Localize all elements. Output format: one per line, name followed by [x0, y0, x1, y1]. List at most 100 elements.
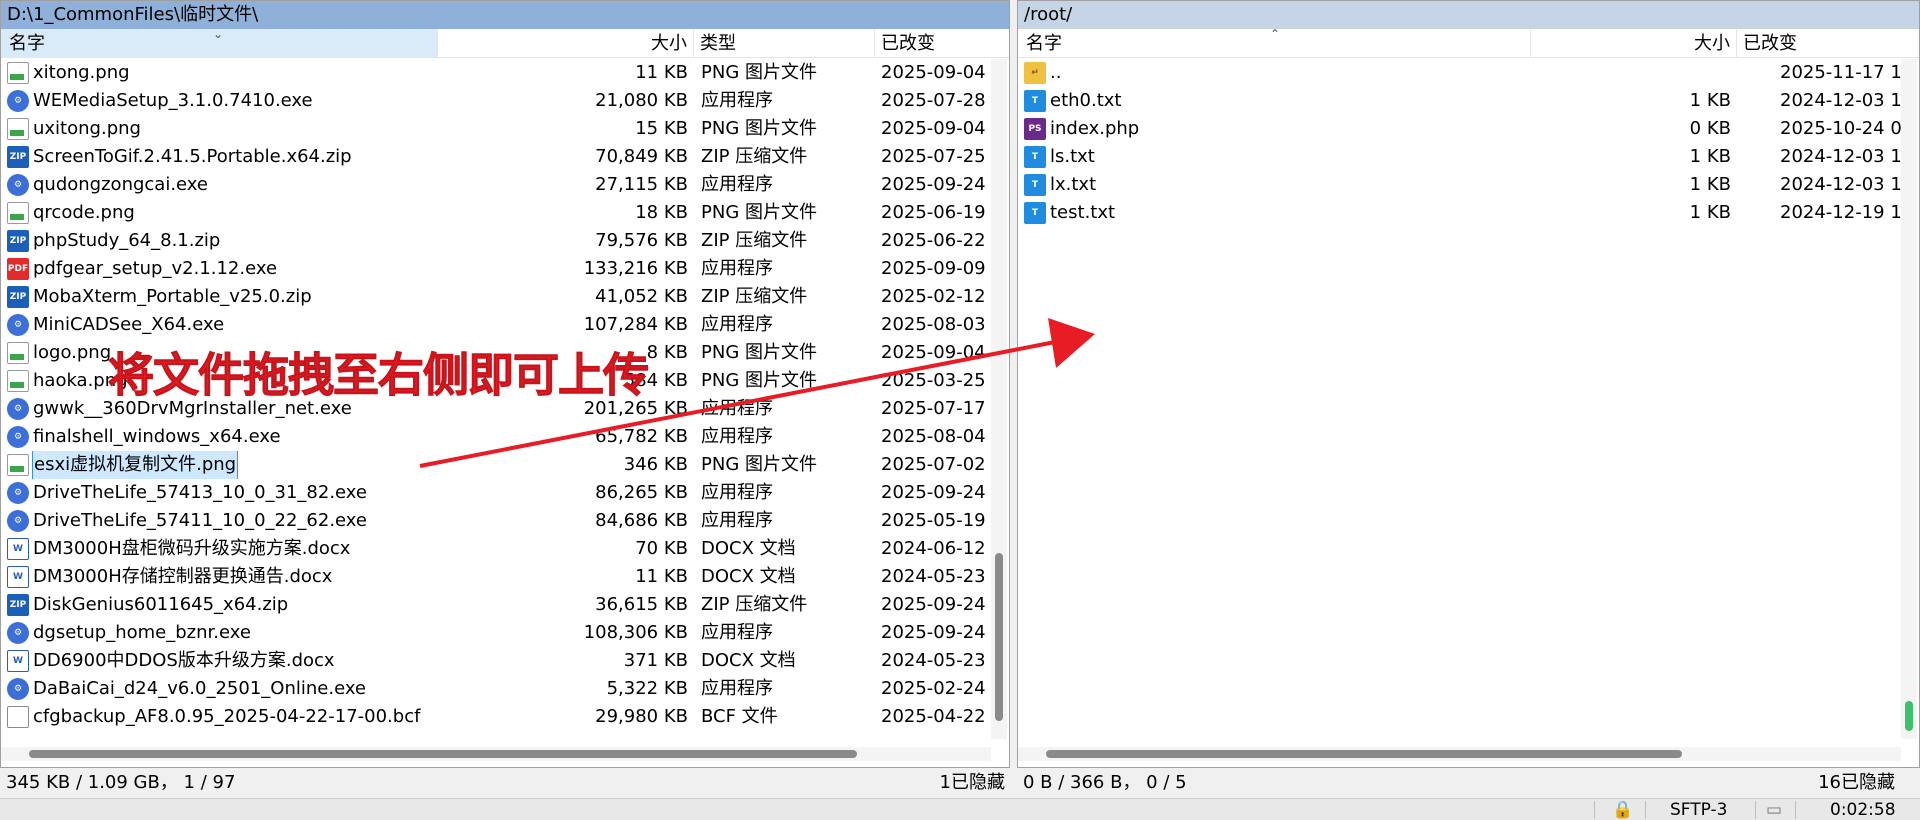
file-row[interactable]: Teth0.txt 1 KB 2024-12-03 11:4 — [1018, 87, 1919, 115]
file-row[interactable]: ZIP DiskGenius6011645_x64.zip 36,615 KB ZIP… — [1, 591, 1009, 619]
png-file-icon — [7, 370, 29, 392]
file-row[interactable]: ⚙ qudongzongcai.exe 27,115 KB 应用程序 2025-09-2… — [1, 171, 1009, 199]
local-header-type[interactable]: 类型 — [694, 29, 875, 58]
file-modified: 2025-08-04 — [881, 426, 986, 447]
file-name: index.php — [1050, 118, 1140, 139]
file-row[interactable]: ⚙ finalshell_windows_x64.exe 65,782 KB 应用程序… — [1, 423, 1009, 451]
file-name-cell: esxi虚拟机复制文件.png — [1, 451, 438, 479]
file-row[interactable]: PSindex.php 0 KB 2025-10-24 09:1 — [1018, 115, 1919, 143]
file-modified: 2025-07-28 — [881, 90, 986, 111]
zip-file-icon: ZIP — [7, 594, 29, 616]
file-row[interactable]: W DD6900中DDOS版本升级方案.docx 371 KB DOCX 文档 2024… — [1, 647, 1009, 675]
file-size: 21,080 KB — [595, 90, 688, 111]
file-modified: 2025-02-24 — [881, 678, 986, 699]
file-type: 应用程序 — [701, 174, 773, 195]
file-row[interactable]: xitong.png 11 KB PNG 图片文件 2025-09-04 — [1, 59, 1009, 87]
exe-file-icon: ⚙ — [7, 314, 29, 336]
file-size: 371 KB — [623, 650, 688, 671]
protocol-label: SFTP-3 — [1670, 800, 1728, 820]
file-row[interactable]: ZIP phpStudy_64_8.1.zip 79,576 KB ZIP 压缩文件 2… — [1, 227, 1009, 255]
file-type: ZIP 压缩文件 — [701, 286, 808, 307]
file-row[interactable]: Tlx.txt 1 KB 2024-12-03 11:5 — [1018, 171, 1919, 199]
file-row[interactable]: uxitong.png 15 KB PNG 图片文件 2025-09-04 — [1, 115, 1009, 143]
file-name-cell: Tls.txt — [1018, 143, 1531, 171]
file-row[interactable]: ⚙ dgsetup_home_bznr.exe 108,306 KB 应用程序 2025… — [1, 619, 1009, 647]
file-row[interactable]: cfgbackup_AF8.0.95_2025-04-22-17-00.bcf 2… — [1, 703, 1009, 731]
file-row[interactable]: W DM3000H盘柜微码升级实施方案.docx 70 KB DOCX 文档 2024-… — [1, 535, 1009, 563]
file-row[interactable]: ⚙ MiniCADSee_X64.exe 107,284 KB 应用程序 2025-08… — [1, 311, 1009, 339]
file-name-cell: W DM3000H存储控制器更换通告.docx — [1, 563, 438, 591]
file-name: lx.txt — [1050, 174, 1097, 195]
file-type: DOCX 文档 — [701, 566, 796, 587]
file-row[interactable]: qrcode.png 18 KB PNG 图片文件 2025-06-19 — [1, 199, 1009, 227]
local-vertical-scroll-thumb[interactable] — [995, 553, 1003, 721]
remote-status-selection: 0 B / 366 B， 0 / 5 — [1023, 769, 1623, 797]
remote-vertical-scroll-thumb[interactable] — [1905, 701, 1913, 731]
remote-path-bar[interactable]: /root/ — [1018, 1, 1919, 29]
exe-file-icon: ⚙ — [7, 90, 29, 112]
file-modified: 2025-07-02 — [881, 454, 986, 475]
file-name-cell: ZIP ScreenToGif.2.41.5.Portable.x64.zip — [1, 143, 438, 171]
file-row[interactable]: ⚙ DaBaiCai_d24_v6.0_2501_Online.exe 5,322 … — [1, 675, 1009, 703]
exe-file-icon: ⚙ — [7, 678, 29, 700]
remote-status-hidden: 16已隐藏 — [1760, 769, 1895, 797]
zip-file-icon: ZIP — [7, 286, 29, 308]
file-row[interactable]: Tls.txt 1 KB 2024-12-03 11:5 — [1018, 143, 1919, 171]
file-size: 41,052 KB — [595, 286, 688, 307]
file-modified: 2025-06-22 — [881, 230, 986, 251]
remote-header-name[interactable]: 名字 ⌃ — [1018, 27, 1531, 58]
local-header-modified[interactable]: 已改变 — [875, 29, 1009, 58]
file-modified: 2025-09-24 — [881, 594, 986, 615]
file-modified: 2025-07-25 — [881, 146, 986, 167]
file-size: 86,265 KB — [595, 482, 688, 503]
bcf-file-icon — [7, 706, 29, 728]
local-horizontal-scroll-thumb[interactable] — [29, 750, 857, 758]
file-row[interactable]: ⚙ WEMediaSetup_3.1.0.7410.exe 21,080 KB 应用程… — [1, 87, 1009, 115]
png-file-icon — [7, 202, 29, 224]
file-row[interactable]: ZIP MobaXterm_Portable_v25.0.zip 41,052 KB… — [1, 283, 1009, 311]
file-type: BCF 文件 — [701, 706, 778, 727]
file-modified: 2025-10-24 09:1 — [1780, 118, 1902, 139]
txt-file-icon: T — [1024, 202, 1046, 224]
txt-file-icon: T — [1024, 174, 1046, 196]
file-size: 1 KB — [1689, 90, 1731, 111]
local-header-size[interactable]: 大小 — [438, 29, 694, 58]
local-header-name[interactable]: 名字 ⌄ — [1, 27, 438, 58]
file-modified: 2025-09-04 — [881, 62, 986, 83]
remote-file-pane[interactable]: /root/ 名字 ⌃ 大小 已改变 ↵.. 2025-11-17 17:5 Tet… — [1017, 0, 1920, 768]
file-name-cell: ZIP DiskGenius6011645_x64.zip — [1, 591, 438, 619]
zip-file-icon: ZIP — [7, 230, 29, 252]
file-name-cell: Ttest.txt — [1018, 199, 1531, 227]
file-type: PNG 图片文件 — [701, 202, 817, 223]
file-name-cell: xitong.png — [1, 59, 438, 87]
file-modified: 2024-12-03 11:5 — [1780, 174, 1902, 195]
exe-file-icon: ⚙ — [7, 398, 29, 420]
file-row[interactable]: W DM3000H存储控制器更换通告.docx 11 KB DOCX 文档 2024-0… — [1, 563, 1009, 591]
file-name: DD6900中DDOS版本升级方案.docx — [33, 650, 335, 671]
file-row[interactable]: ↵.. 2025-11-17 17:5 — [1018, 59, 1919, 87]
file-row[interactable]: ⚙ DriveTheLife_57411_10_0_22_62.exe 84,686… — [1, 507, 1009, 535]
file-row[interactable]: ⚙ DriveTheLife_57413_10_0_31_82.exe 86,265… — [1, 479, 1009, 507]
file-modified: 2024-12-03 11:4 — [1780, 90, 1902, 111]
file-row[interactable]: ZIP ScreenToGif.2.41.5.Portable.x64.zip 70… — [1, 143, 1009, 171]
zip-file-icon: ZIP — [7, 146, 29, 168]
file-row[interactable]: PDF pdfgear_setup_v2.1.12.exe 133,216 KB 应用… — [1, 255, 1009, 283]
file-row[interactable]: esxi虚拟机复制文件.png 346 KB PNG 图片文件 2025-07-02 — [1, 451, 1009, 479]
file-modified: 2025-09-24 — [881, 174, 986, 195]
local-vertical-scrollbar[interactable] — [991, 59, 1007, 739]
file-modified: 2024-12-19 10:2 — [1780, 202, 1902, 223]
file-type: DOCX 文档 — [701, 538, 796, 559]
remote-horizontal-scroll-thumb[interactable] — [1046, 750, 1682, 758]
file-row[interactable]: Ttest.txt 1 KB 2024-12-19 10:2 — [1018, 199, 1919, 227]
file-size: 108,306 KB — [583, 622, 688, 643]
txt-file-icon: T — [1024, 146, 1046, 168]
file-name: uxitong.png — [33, 118, 141, 139]
file-modified: 2024-12-03 11:5 — [1780, 146, 1902, 167]
remote-header-size[interactable]: 大小 — [1531, 29, 1737, 58]
local-horizontal-scrollbar[interactable] — [1, 747, 991, 761]
remote-header-modified[interactable]: 已改变 — [1737, 29, 1919, 58]
sort-asc-icon: ⌃ — [1270, 27, 1281, 41]
remote-vertical-scrollbar[interactable] — [1901, 59, 1917, 739]
local-path-bar[interactable]: D:\1_CommonFiles\临时文件\ — [1, 1, 1009, 29]
remote-horizontal-scrollbar[interactable] — [1018, 747, 1901, 761]
